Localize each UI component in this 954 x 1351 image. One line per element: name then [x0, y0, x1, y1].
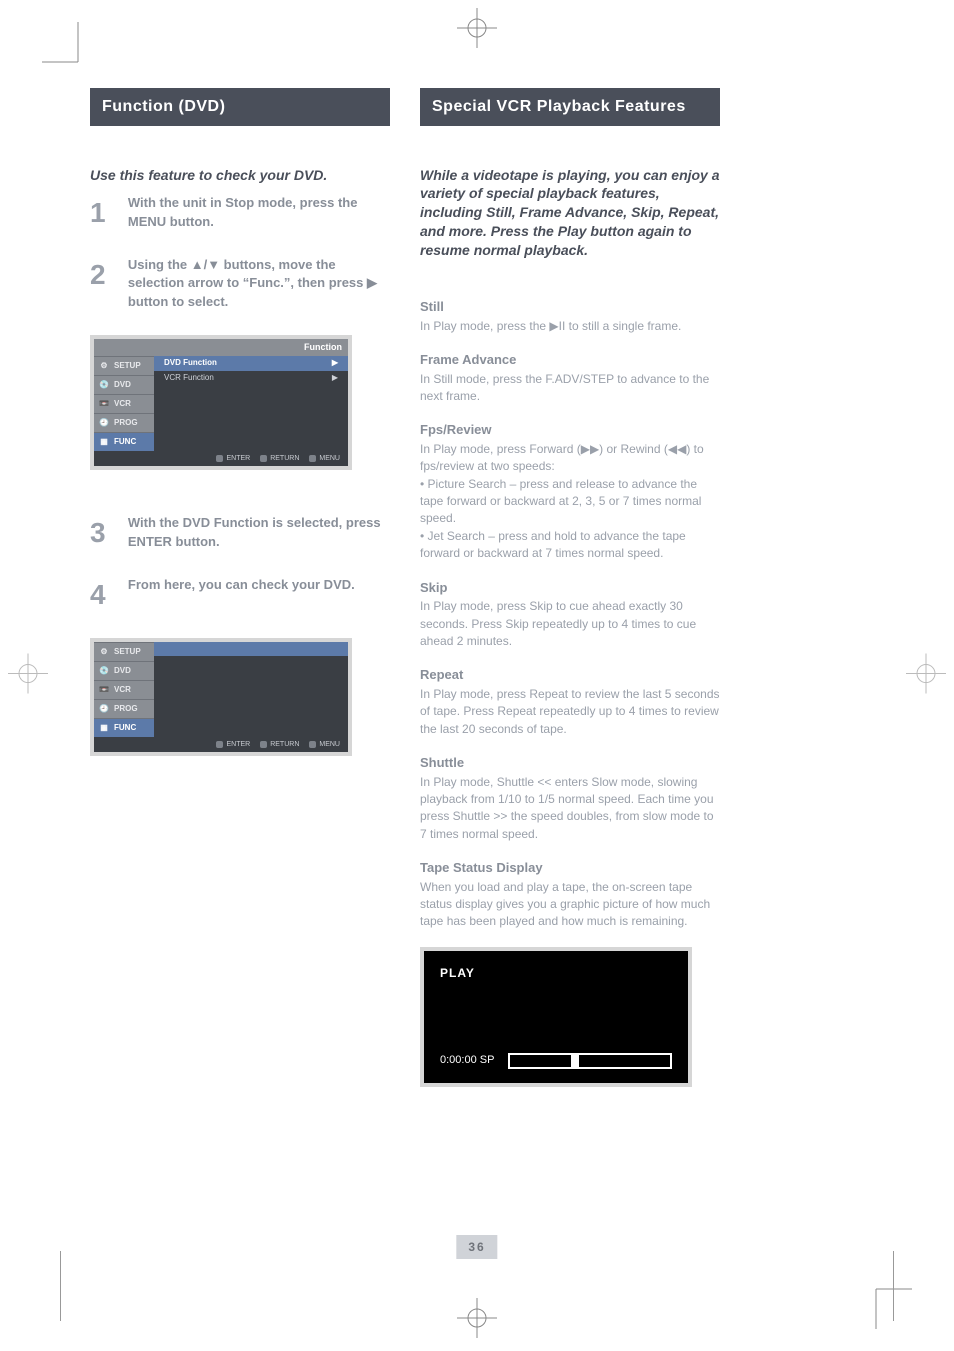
page-number: 36: [456, 1235, 497, 1259]
section-skip: Skip In Play mode, press Skip to cue ahe…: [420, 579, 720, 651]
step-number: 1: [90, 194, 124, 232]
section-fwd-body: In Play mode, press Forward (▶▶) or Rewi…: [420, 441, 720, 563]
step-3-title: With the DVD Function is selected, press…: [128, 515, 381, 548]
heading-special-vcr: Special VCR Playback Features: [420, 88, 720, 126]
step-number: 3: [90, 514, 124, 552]
section-repeat: Repeat In Play mode, press Repeat to rev…: [420, 666, 720, 738]
grid-icon: ▦: [98, 436, 110, 448]
registration-mark-top: [457, 8, 497, 53]
osd-sidebar: ⚙SETUP 💿DVD 📼VCR 🕘PROG ▦FUNC: [94, 356, 154, 451]
column-left: Function (DVD) Use this feature to check…: [90, 88, 390, 800]
section-still: Still In Play mode, press the ▶II to sti…: [420, 298, 720, 335]
osd-tab-prog: 🕘PROG: [94, 699, 154, 718]
step-1-title: With the unit in Stop mode, press the ME…: [128, 195, 358, 228]
step-1: 1 With the unit in Stop mode, press the …: [90, 194, 390, 232]
step-3: 3 With the DVD Function is selected, pre…: [90, 514, 390, 552]
osd-tab-dvd: 💿DVD: [94, 661, 154, 680]
column-right: Special VCR Playback Features While a vi…: [420, 88, 720, 1127]
step-number: 4: [90, 576, 124, 614]
section-skip-heading: Skip: [420, 579, 720, 597]
heading-function-dvd: Function (DVD): [90, 88, 390, 126]
osd-foot-menu: MENU: [309, 454, 340, 463]
osd-tab-func: ▦FUNC: [94, 718, 154, 737]
disc-icon: 💿: [98, 665, 110, 677]
osd-sidebar: ⚙SETUP 💿DVD 📼VCR 🕘PROG ▦FUNC: [94, 642, 154, 737]
section-tape-heading: Tape Status Display: [420, 859, 720, 877]
osd-foot-menu: MENU: [309, 740, 340, 749]
gear-icon: ⚙: [98, 646, 110, 658]
tv-play-label: PLAY: [440, 965, 672, 981]
step-4-title: From here, you can check your DVD.: [128, 577, 355, 592]
osd-tab-vcr: 📼VCR: [94, 680, 154, 699]
osd-foot-enter: ENTER: [216, 454, 250, 463]
osd-foot-return: RETURN: [260, 740, 299, 749]
osd-tab-dvd: 💿DVD: [94, 375, 154, 394]
triangle-right-icon: ▶: [332, 358, 338, 369]
crop-mark-mid-right: [906, 653, 946, 698]
triangle-right-icon: ▶: [332, 373, 338, 384]
gear-icon: ⚙: [98, 360, 110, 372]
crop-mark-bottom-right: [852, 1269, 912, 1329]
section-frame-heading: Frame Advance: [420, 351, 720, 369]
osd-tab-vcr: 📼VCR: [94, 394, 154, 413]
section-still-body: In Play mode, press the ▶II to still a s…: [420, 318, 720, 335]
osd-title: Function: [94, 339, 348, 356]
step-4: 4 From here, you can check your DVD.: [90, 576, 390, 614]
step-number: 2: [90, 256, 124, 294]
step-2-title: Using the ▲/▼ buttons, move the selectio…: [128, 257, 377, 308]
osd-foot-return: RETURN: [260, 454, 299, 463]
tape-progress-marker: [571, 1053, 579, 1069]
section-slow-body: In Play mode, Shuttle << enters Slow mod…: [420, 774, 720, 844]
crop-edge-right: [893, 1251, 894, 1321]
tape-icon: 📼: [98, 684, 110, 696]
osd-tab-prog: 🕘PROG: [94, 413, 154, 432]
section-slow-heading: Shuttle: [420, 754, 720, 772]
clock-icon: 🕘: [98, 417, 110, 429]
osd-tab-setup: ⚙SETUP: [94, 356, 154, 375]
disc-icon: 💿: [98, 379, 110, 391]
osd-option-blank: [154, 642, 348, 656]
section-frame-advance: Frame Advance In Still mode, press the F…: [420, 351, 720, 405]
osd-footer: ENTER RETURN MENU: [94, 451, 348, 466]
section-fwd-heading: Fps/Review: [420, 421, 720, 439]
section-frame-body: In Still mode, press the F.ADV/STEP to a…: [420, 371, 720, 406]
tape-status-display: PLAY 0:00:00 SP: [420, 947, 692, 1087]
osd-content: DVD Function▶ VCR Function▶: [154, 356, 348, 451]
section-skip-body: In Play mode, press Skip to cue ahead ex…: [420, 598, 720, 650]
intro-right: While a videotape is playing, you can en…: [420, 166, 720, 260]
osd-footer: ENTER RETURN MENU: [94, 737, 348, 752]
osd-content: [154, 642, 348, 737]
tv-counter: 0:00:00 SP: [440, 1053, 494, 1068]
intro-left: Use this feature to check your DVD.: [90, 166, 390, 185]
tape-progress-bar: [508, 1053, 672, 1069]
tape-icon: 📼: [98, 398, 110, 410]
grid-icon: ▦: [98, 722, 110, 734]
crop-mark-mid-left: [8, 653, 48, 698]
osd-foot-enter: ENTER: [216, 740, 250, 749]
section-fps-review: Fps/Review In Play mode, press Forward (…: [420, 421, 720, 562]
section-repeat-body: In Play mode, press Repeat to review the…: [420, 686, 720, 738]
osd-option-vcr-function: VCR Function▶: [154, 371, 348, 386]
osd-menu-blank: ⚙SETUP 💿DVD 📼VCR 🕘PROG ▦FUNC ENTER RETUR…: [90, 638, 352, 756]
osd-tab-func: ▦FUNC: [94, 432, 154, 451]
osd-menu-function: Function ⚙SETUP 💿DVD 📼VCR 🕘PROG ▦FUNC DV…: [90, 335, 352, 471]
crop-mark-top-left: [42, 22, 102, 82]
section-tape-status: Tape Status Display When you load and pl…: [420, 859, 720, 931]
osd-tab-setup: ⚙SETUP: [94, 642, 154, 661]
section-tape-body: When you load and play a tape, the on-sc…: [420, 879, 720, 931]
osd-option-dvd-function: DVD Function▶: [154, 356, 348, 371]
clock-icon: 🕘: [98, 703, 110, 715]
step-2: 2 Using the ▲/▼ buttons, move the select…: [90, 256, 390, 311]
section-repeat-heading: Repeat: [420, 666, 720, 684]
section-still-heading: Still: [420, 298, 720, 316]
crop-edge-left: [60, 1251, 61, 1321]
section-shuttle: Shuttle In Play mode, Shuttle << enters …: [420, 754, 720, 843]
registration-mark-bottom: [457, 1298, 497, 1343]
